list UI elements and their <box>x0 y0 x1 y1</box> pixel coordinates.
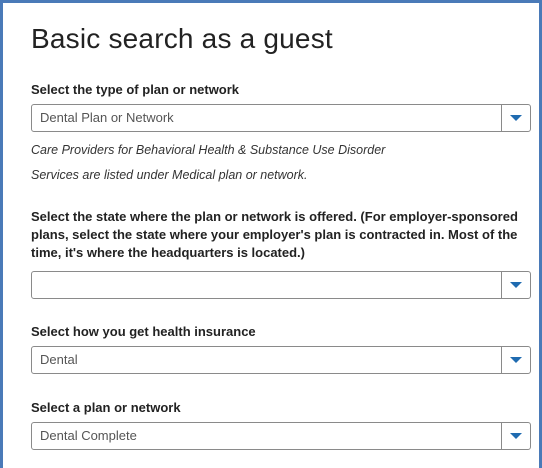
plan-type-selected-value: Dental Plan or Network <box>40 110 174 125</box>
behavioral-health-note-line2: Services are listed under Medical plan o… <box>31 168 308 182</box>
plan-selected-value: Dental Complete <box>40 428 137 443</box>
guest-search-panel: Basic search as a guest Select the type … <box>0 0 542 468</box>
plan-dropdown-button[interactable] <box>501 423 530 449</box>
insurance-source-selected-value: Dental <box>40 352 78 367</box>
behavioral-health-note-line1: Care Providers for Behavioral Health & S… <box>31 143 386 157</box>
plan-type-label: Select the type of plan or network <box>31 82 240 97</box>
chevron-down-icon <box>510 357 522 363</box>
page-title: Basic search as a guest <box>31 23 333 54</box>
chevron-down-icon <box>510 282 522 288</box>
state-dropdown-button[interactable] <box>501 272 530 298</box>
plan-label: Select a plan or network <box>31 400 181 415</box>
state-label: Select the state where the plan or netwo… <box>31 209 518 260</box>
plan-select[interactable]: Dental Complete <box>31 422 531 450</box>
plan-type-select[interactable]: Dental Plan or Network <box>31 104 531 132</box>
insurance-source-label: Select how you get health insurance <box>31 324 256 339</box>
insurance-source-select[interactable]: Dental <box>31 346 531 374</box>
chevron-down-icon <box>510 115 522 121</box>
plan-type-dropdown-button[interactable] <box>501 105 530 131</box>
state-select[interactable] <box>31 271 531 299</box>
chevron-down-icon <box>510 433 522 439</box>
insurance-source-dropdown-button[interactable] <box>501 347 530 373</box>
